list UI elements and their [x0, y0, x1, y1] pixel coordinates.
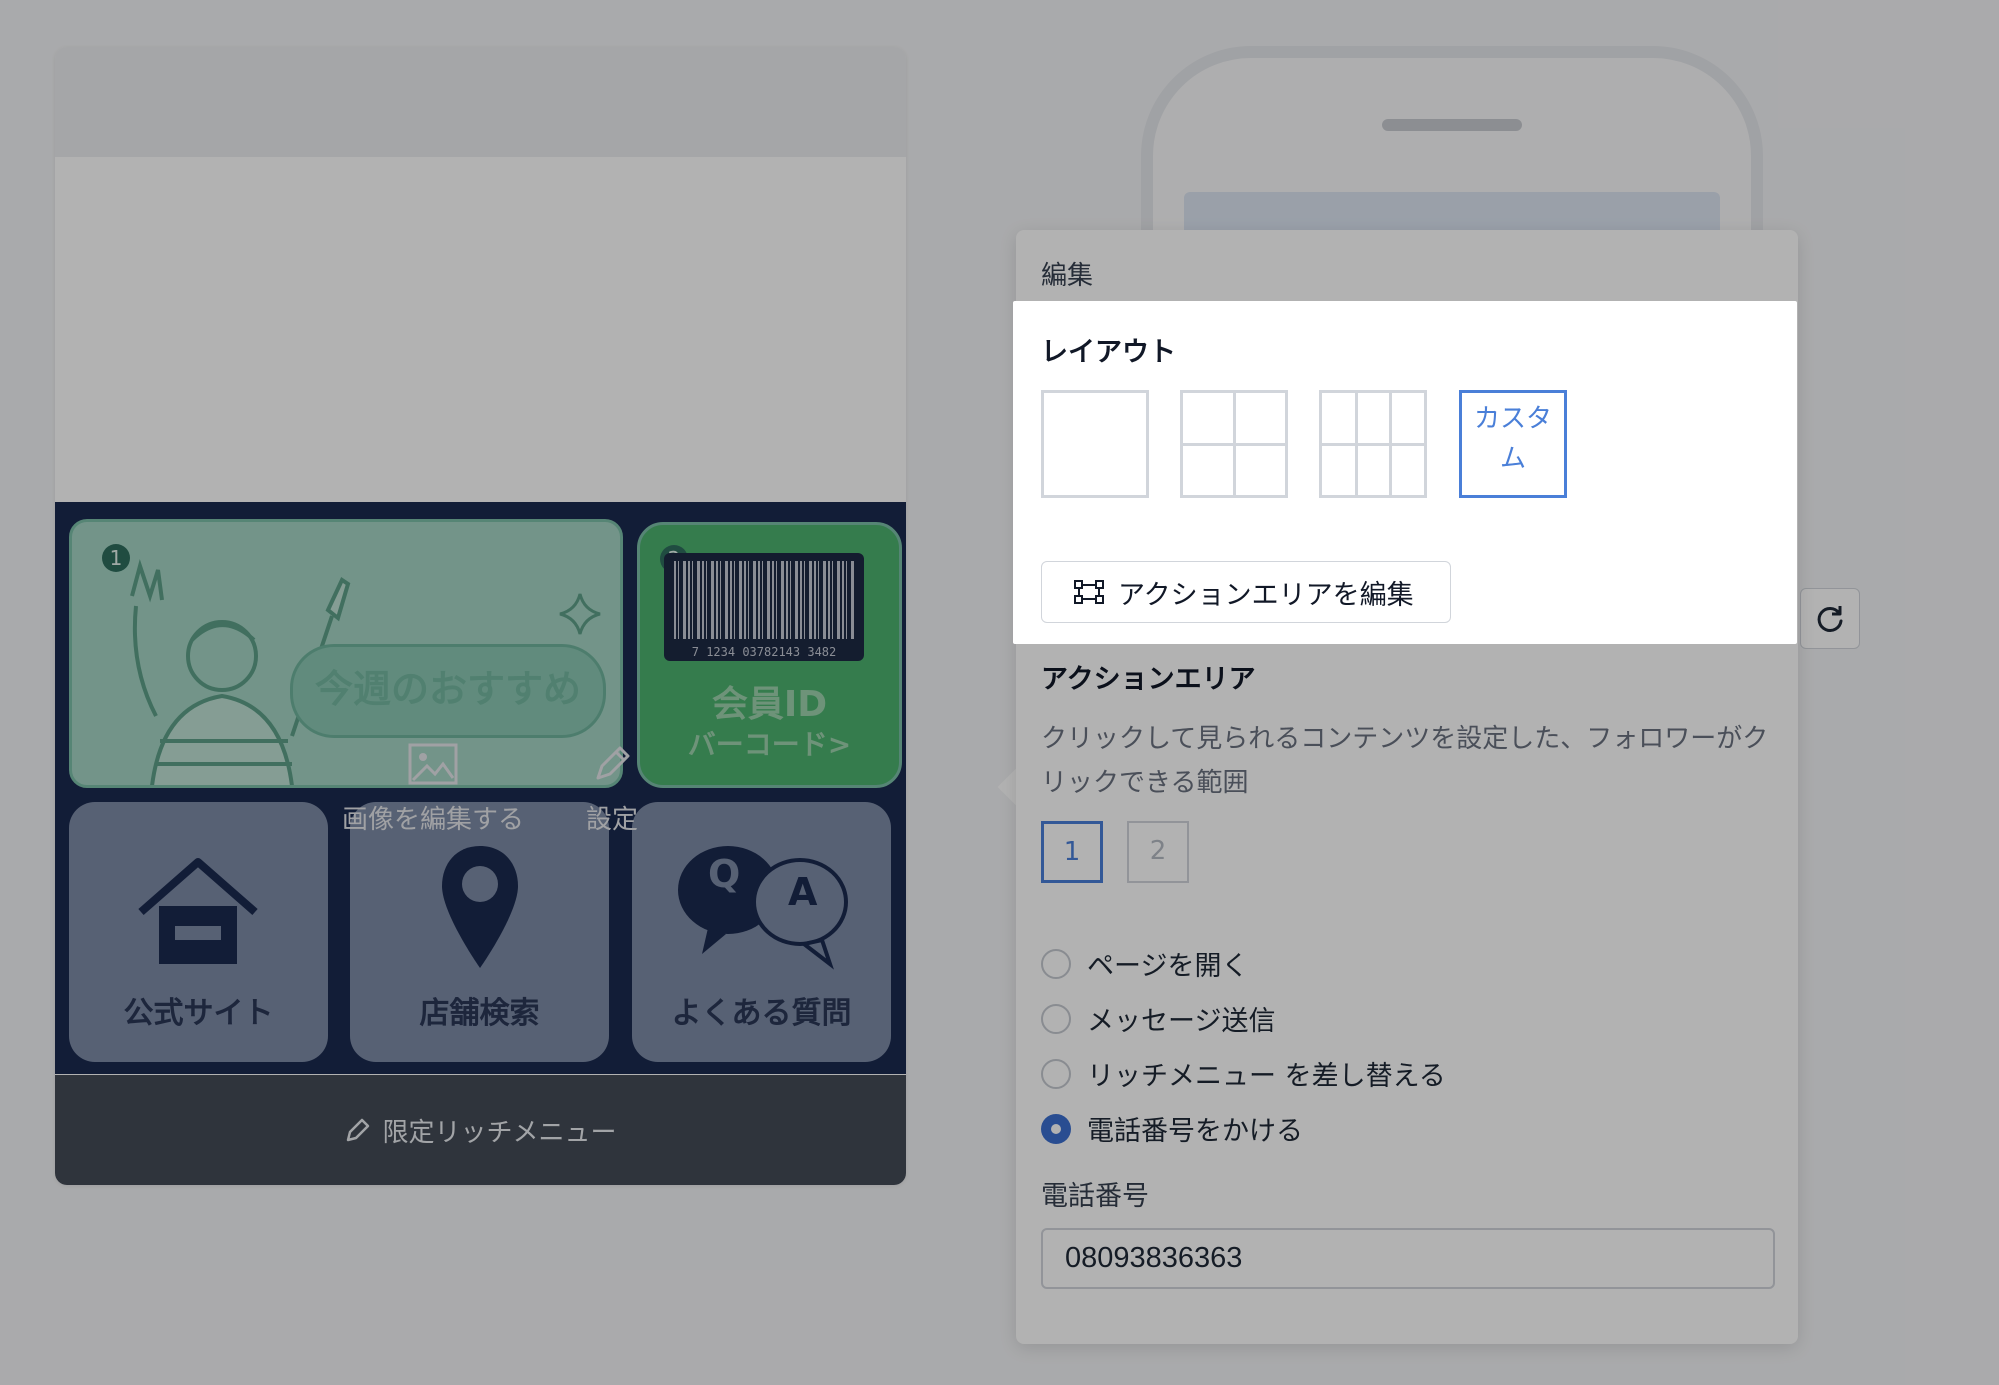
- refresh-button[interactable]: [1800, 588, 1860, 649]
- preview-header: [55, 47, 906, 157]
- limited-rich-menu-bar[interactable]: 限定リッチメニュー: [55, 1075, 906, 1185]
- action-area-button-1[interactable]: 1: [1041, 821, 1103, 883]
- edit-image-label: 画像を編集する: [341, 805, 524, 835]
- layout-option-custom[interactable]: カスタム: [1459, 390, 1567, 498]
- action-area-button-2[interactable]: 2: [1127, 821, 1189, 883]
- edit-action-area-label: アクションエリアを編集: [1118, 579, 1414, 611]
- action-option-label: メッセージ送信: [1087, 1006, 1276, 1037]
- rich-menu-image[interactable]: 1 今週のおすすめ 2 7 1234 03782143 34: [55, 502, 906, 1074]
- refresh-icon: [1817, 605, 1843, 632]
- pencil-icon: [347, 1118, 370, 1142]
- edit-action-area-button[interactable]: アクションエリアを編集: [1041, 561, 1451, 623]
- layout-option-3x2[interactable]: [1319, 390, 1427, 498]
- action-option-call-phone[interactable]: 電話番号をかける: [1041, 1109, 1303, 1148]
- action-option-label: 電話番号をかける: [1087, 1116, 1303, 1147]
- phone-number-label: 電話番号: [1041, 1181, 1149, 1212]
- radio-button-selected[interactable]: [1041, 1113, 1071, 1144]
- phone-speaker: [1382, 119, 1522, 131]
- radio-button[interactable]: [1041, 948, 1071, 979]
- action-option-open-page[interactable]: ページを開く: [1041, 944, 1248, 983]
- layout-option-2x2[interactable]: [1180, 390, 1288, 498]
- bounding-box-icon: [1074, 580, 1104, 604]
- image-edit-overlay: 画像を編集する 設定: [55, 502, 906, 1074]
- edit-image-tool[interactable]: 画像を編集する: [333, 742, 533, 836]
- action-area-description: クリックして見られるコンテンツを設定した、フォロワーがクリックできる範囲: [1041, 724, 1769, 798]
- limited-rich-menu-label: 限定リッチメニュー: [382, 1117, 617, 1148]
- layout-title: レイアウト: [1041, 337, 1176, 368]
- radio-button[interactable]: [1041, 1058, 1071, 1089]
- image-icon: [408, 743, 458, 785]
- action-option-label: ページを開く: [1087, 951, 1249, 982]
- pencil-icon: [596, 746, 630, 780]
- radio-button[interactable]: [1041, 1003, 1071, 1034]
- rich-menu-preview-card: 1 今週のおすすめ 2 7 1234 03782143 34: [55, 47, 906, 1185]
- action-option-label: リッチメニュー を差し替える: [1087, 1061, 1446, 1092]
- action-area-title: アクションエリア: [1041, 664, 1256, 695]
- action-option-send-message[interactable]: メッセージ送信: [1041, 999, 1275, 1038]
- action-option-switch-rich-menu[interactable]: リッチメニュー を差し替える: [1041, 1054, 1446, 1093]
- phone-number-input[interactable]: [1041, 1228, 1775, 1289]
- settings-tool[interactable]: 設定: [567, 742, 657, 836]
- layout-option-single[interactable]: [1041, 390, 1149, 498]
- panel-title: 編集: [1041, 261, 1094, 291]
- settings-label: 設定: [585, 805, 638, 835]
